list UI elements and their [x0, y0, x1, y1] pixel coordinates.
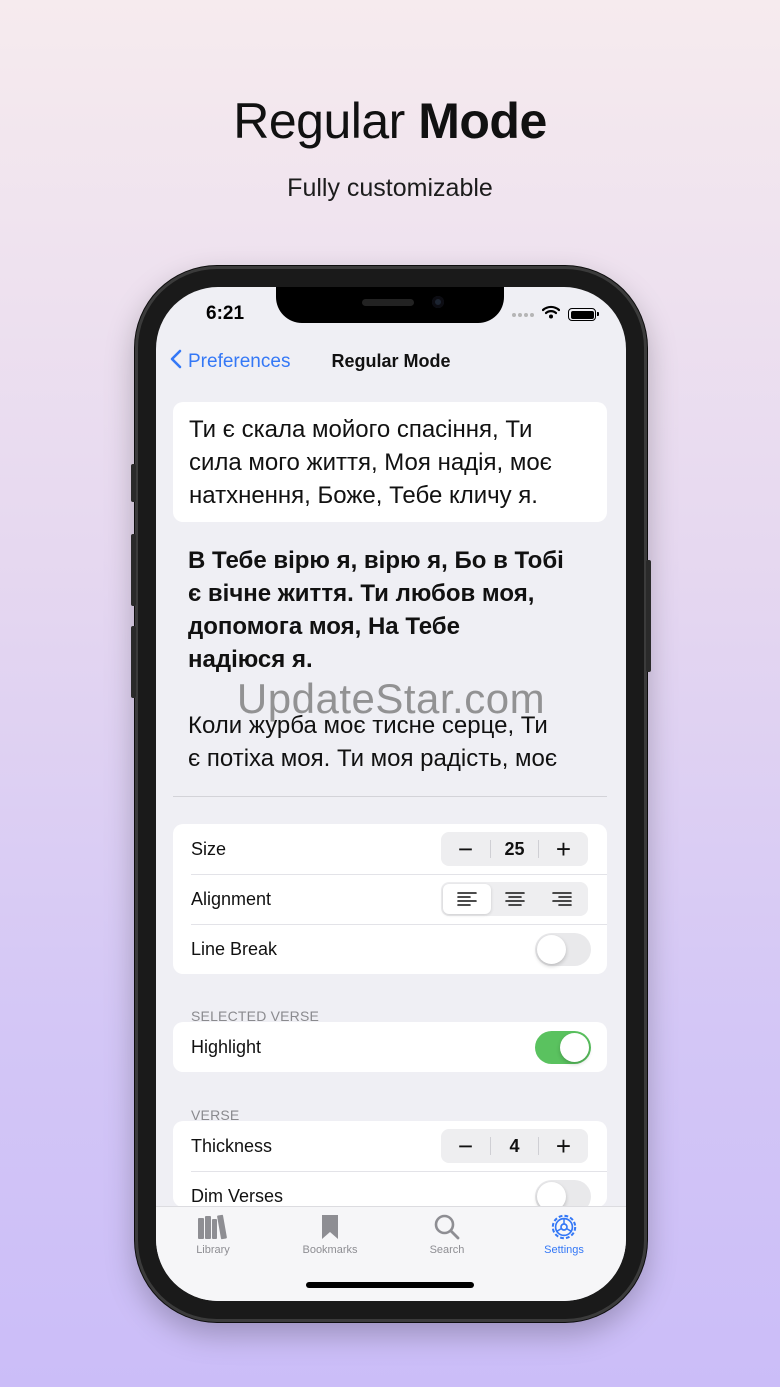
watermark: UpdateStar.com	[236, 675, 546, 722]
status-indicators	[512, 305, 599, 324]
dim-verses-row: Dim Verses	[173, 1171, 607, 1207]
preview-line: є потіха моя. Ти моя радість, моє	[188, 745, 558, 772]
alignment-row: Alignment	[173, 874, 607, 924]
notch	[276, 287, 504, 323]
bold-verse-preview: В Тебе вірю я, вірю я, Бо в Тобі є вічне…	[188, 544, 608, 676]
tab-search-label: Search	[429, 1244, 465, 1256]
alignment-label: Alignment	[191, 888, 272, 909]
headline-light: Regular	[233, 93, 405, 149]
front-camera	[432, 296, 444, 308]
verse-group: Thickness − 4 + Dim Verses	[173, 1121, 607, 1207]
thickness-row: Thickness − 4 +	[173, 1121, 607, 1171]
phone-screen: 6:21 Preferences Regular Mode Ти є скала…	[156, 287, 626, 1301]
selected-verse-preview: Ти є скала мойого спасіння, Ти сила мого…	[173, 402, 607, 522]
size-decrease-button[interactable]: −	[441, 832, 490, 866]
thickness-label: Thickness	[191, 1135, 273, 1156]
line-break-label: Line Break	[191, 938, 278, 959]
home-indicator[interactable]	[306, 1282, 474, 1288]
highlight-row: Highlight	[173, 1022, 607, 1072]
headline-bold: Mode	[418, 93, 547, 149]
status-time: 6:21	[206, 303, 245, 324]
alignment-segmented-control	[441, 882, 588, 916]
size-stepper: − 25 +	[441, 832, 588, 866]
tab-search[interactable]: Search	[402, 1213, 492, 1256]
preview-line: сила мого життя, Моя надія, моє	[189, 449, 552, 476]
size-row: Size − 25 +	[173, 824, 607, 874]
divider	[173, 796, 607, 797]
phone-frame: 6:21 Preferences Regular Mode Ти є скала…	[131, 266, 651, 1322]
align-right-button[interactable]	[538, 884, 586, 914]
size-label: Size	[191, 838, 227, 859]
tab-bookmarks[interactable]: Bookmarks	[285, 1213, 375, 1256]
size-value: 25	[490, 840, 539, 858]
preview-line: надіюся я.	[188, 646, 313, 673]
phone-volume-up	[131, 534, 136, 606]
align-center-button[interactable]	[491, 884, 539, 914]
highlight-label: Highlight	[191, 1036, 262, 1057]
line-break-toggle[interactable]	[535, 933, 591, 966]
align-center-icon	[504, 892, 525, 906]
thickness-increase-button[interactable]: +	[539, 1129, 588, 1163]
size-increase-button[interactable]: +	[539, 832, 588, 866]
selected-verse-group: Highlight	[173, 1022, 607, 1072]
phone-mute-switch	[131, 464, 136, 502]
signal-dots-icon	[512, 312, 534, 317]
search-icon	[434, 1214, 460, 1240]
preview-line: В Тебе вірю я, вірю я, Бо в Тобі	[188, 547, 564, 574]
battery-icon	[568, 308, 599, 321]
wifi-icon	[541, 305, 561, 324]
speaker-grille	[362, 299, 414, 306]
thickness-value: 4	[490, 1137, 539, 1155]
bookmark-icon	[322, 1215, 338, 1239]
preview-line: допомога моя, На Тебе	[188, 613, 460, 640]
preview-line: Ти є скала мойого спасіння, Ти	[189, 416, 533, 443]
align-right-icon	[552, 892, 572, 906]
preview-line: натхнення, Боже, Тебе кличу я.	[189, 482, 538, 509]
text-settings-group: Size − 25 + Alignment Line Break	[173, 824, 607, 974]
dim-verses-label: Dim Verses	[191, 1185, 284, 1206]
phone-volume-down	[131, 626, 136, 698]
tab-library-label: Library	[196, 1244, 230, 1256]
thickness-decrease-button[interactable]: −	[441, 1129, 490, 1163]
thickness-stepper: − 4 +	[441, 1129, 588, 1163]
marketing-subheadline: Fully customizable	[287, 174, 493, 202]
tab-settings[interactable]: Settings	[519, 1213, 609, 1256]
tab-library[interactable]: Library	[168, 1213, 258, 1256]
align-left-button[interactable]	[443, 884, 491, 914]
tab-settings-label: Settings	[544, 1244, 584, 1256]
dim-verses-toggle[interactable]	[535, 1180, 591, 1207]
phone-power-button	[646, 560, 651, 672]
tab-bookmarks-label: Bookmarks	[302, 1244, 358, 1256]
align-left-icon	[457, 892, 477, 906]
gear-icon	[551, 1214, 577, 1240]
highlight-toggle[interactable]	[535, 1031, 591, 1064]
preview-line: є вічне життя. Ти любов моя,	[188, 580, 535, 607]
nav-title: Regular Mode	[331, 351, 451, 371]
line-break-row: Line Break	[173, 924, 607, 974]
library-icon	[198, 1214, 227, 1240]
marketing-headline: Regular Mode	[0, 92, 780, 150]
